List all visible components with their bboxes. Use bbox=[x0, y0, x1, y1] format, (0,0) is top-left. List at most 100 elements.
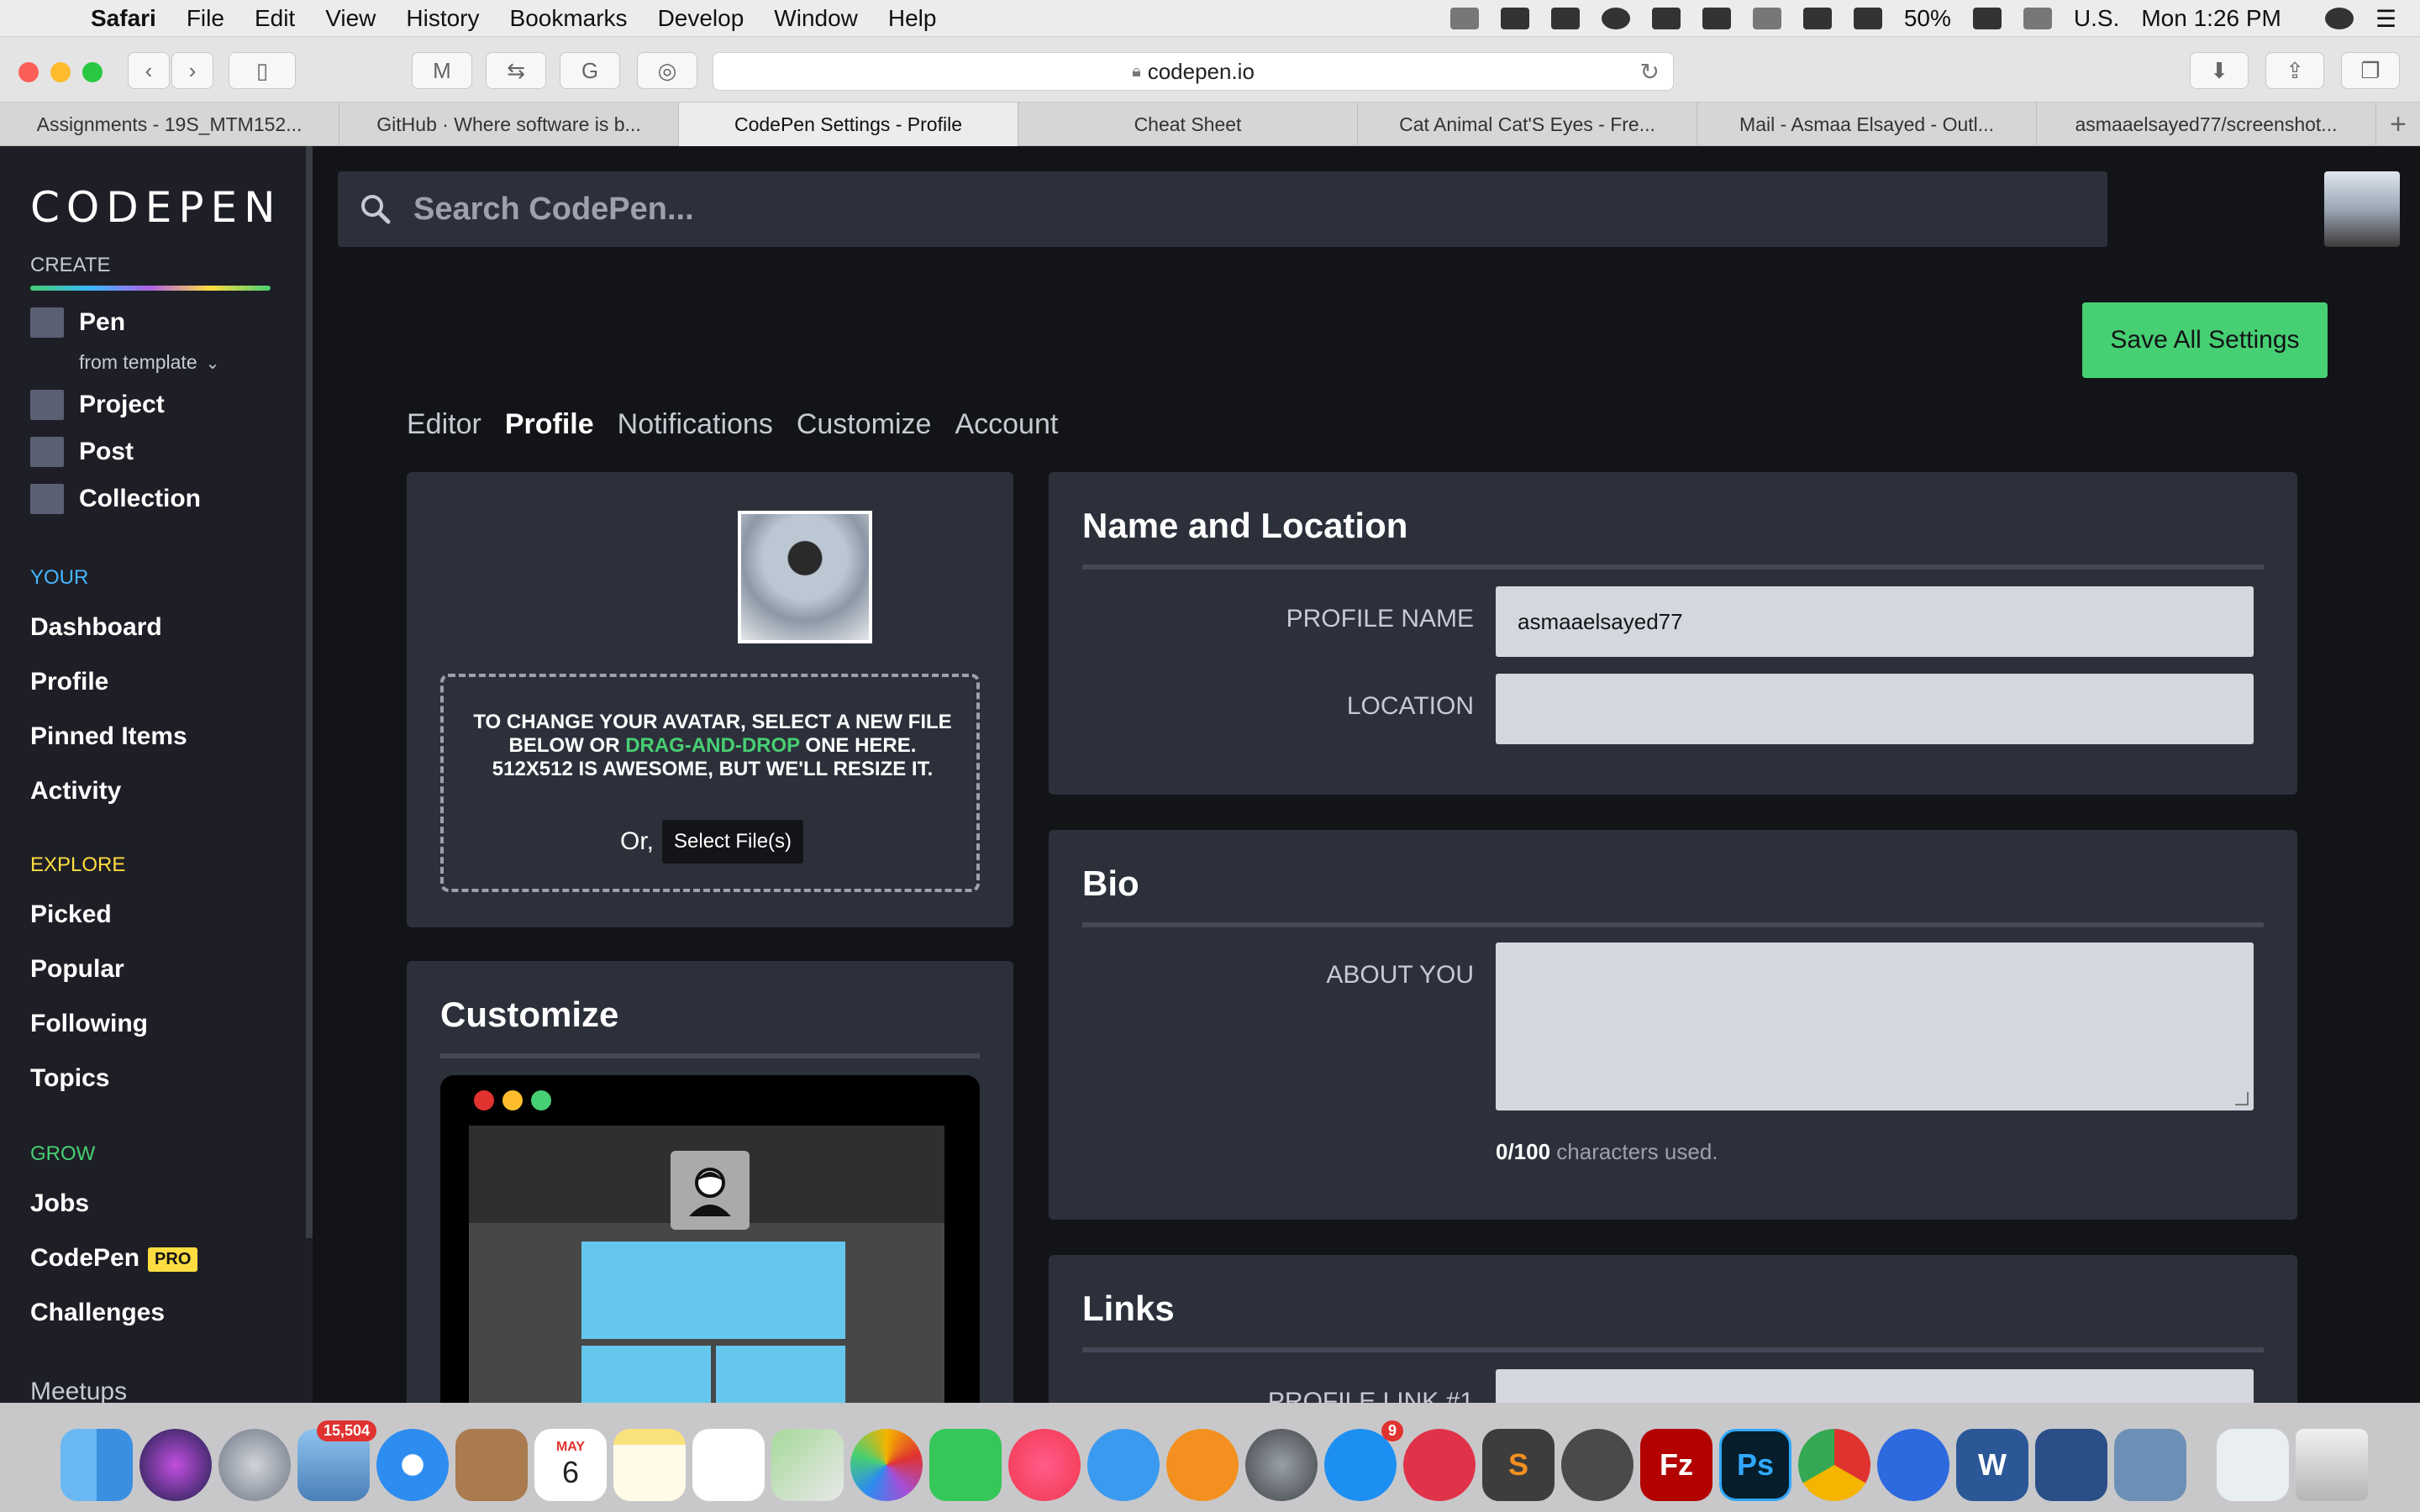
sidebar-item-picked[interactable]: Picked bbox=[30, 900, 112, 929]
codepen-logo[interactable]: CODEPEN bbox=[30, 183, 282, 232]
sidebar-item-following[interactable]: Following bbox=[30, 1010, 148, 1038]
trash-icon[interactable] bbox=[2296, 1429, 2368, 1501]
downloads-stack-icon[interactable] bbox=[2217, 1429, 2289, 1501]
siri-icon[interactable] bbox=[139, 1429, 212, 1501]
brackets-icon[interactable] bbox=[2035, 1429, 2107, 1501]
finder-icon[interactable] bbox=[60, 1429, 133, 1501]
address-bar[interactable]: 🔒︎ codepen.io ↻ bbox=[713, 52, 1674, 91]
sidebar-item-codepen-pro[interactable]: CodePen PRO bbox=[30, 1244, 198, 1273]
notification-center-icon[interactable]: ☰ bbox=[2375, 5, 2396, 33]
preview-icon[interactable] bbox=[2114, 1429, 2186, 1501]
clock[interactable]: Mon 1:26 PM bbox=[2141, 5, 2281, 32]
facetime-icon[interactable] bbox=[929, 1429, 1002, 1501]
sidebar-item-meetups[interactable]: Meetups bbox=[30, 1378, 127, 1403]
battery-icon[interactable] bbox=[1972, 8, 2002, 29]
safari-icon[interactable] bbox=[376, 1429, 449, 1501]
messages-icon[interactable] bbox=[1087, 1429, 1160, 1501]
select-files-button[interactable]: Select File(s) bbox=[662, 820, 804, 864]
tab-codepen-settings[interactable]: CodePen Settings - Profile bbox=[679, 102, 1018, 146]
flag-icon[interactable] bbox=[2023, 8, 2052, 29]
reminders-icon[interactable] bbox=[692, 1429, 765, 1501]
globe-app-icon[interactable] bbox=[1877, 1429, 1949, 1501]
sidebar-scrollbar[interactable] bbox=[306, 146, 313, 1238]
extension-m-button[interactable]: M bbox=[412, 52, 472, 89]
dropbox-icon[interactable] bbox=[1550, 8, 1580, 29]
contacts-icon[interactable] bbox=[455, 1429, 528, 1501]
menu-file[interactable]: File bbox=[171, 5, 239, 32]
photos-icon[interactable] bbox=[850, 1429, 923, 1501]
from-template-link[interactable]: from template ⌄ bbox=[79, 351, 219, 374]
sidebar-item-challenges[interactable]: Challenges bbox=[30, 1299, 165, 1327]
bluetooth-icon[interactable] bbox=[1752, 8, 1781, 29]
about-you-textarea[interactable] bbox=[1496, 942, 2254, 1110]
reload-icon[interactable]: ↻ bbox=[1640, 58, 1660, 86]
wifi-icon[interactable] bbox=[1802, 8, 1832, 29]
itunes-icon[interactable] bbox=[1008, 1429, 1081, 1501]
menu-window[interactable]: Window bbox=[759, 5, 873, 32]
tab-account[interactable]: Account bbox=[955, 408, 1058, 441]
tab-github[interactable]: GitHub · Where software is b... bbox=[339, 102, 679, 146]
chrome-icon[interactable] bbox=[1798, 1429, 1870, 1501]
menu-develop[interactable]: Develop bbox=[643, 5, 760, 32]
tab-customize[interactable]: Customize bbox=[797, 408, 932, 441]
save-all-settings-button[interactable]: Save All Settings bbox=[2082, 302, 2328, 378]
search-bar[interactable]: Search CodePen... bbox=[338, 171, 2107, 247]
forward-button[interactable]: › bbox=[171, 52, 213, 89]
tableplus-icon[interactable] bbox=[1561, 1429, 1634, 1501]
photoshop-icon[interactable]: Ps bbox=[1719, 1429, 1791, 1501]
tab-notifications[interactable]: Notifications bbox=[618, 408, 773, 441]
zoom-window-button[interactable] bbox=[82, 62, 103, 82]
sidebar-item-activity[interactable]: Activity bbox=[30, 777, 121, 806]
tab-editor[interactable]: Editor bbox=[407, 408, 481, 441]
extension-arrows-button[interactable]: ⇆ bbox=[486, 52, 546, 89]
filezilla-icon[interactable]: Fz bbox=[1640, 1429, 1712, 1501]
avatar-dropzone[interactable]: To change your avatar, select a new file… bbox=[440, 674, 980, 892]
pocket-icon[interactable] bbox=[1403, 1429, 1476, 1501]
tab-cat-eyes[interactable]: Cat Animal Cat'S Eyes - Fre... bbox=[1358, 102, 1697, 146]
menu-help[interactable]: Help bbox=[873, 5, 952, 32]
downloads-button[interactable]: ⬇ bbox=[2190, 52, 2249, 89]
tab-assignments[interactable]: Assignments - 19S_MTM152... bbox=[0, 102, 339, 146]
extension-search-button[interactable]: ◎ bbox=[637, 52, 697, 89]
profile-name-input[interactable]: asmaaelsayed77 bbox=[1496, 586, 2254, 657]
resize-grip-icon[interactable] bbox=[2235, 1092, 2249, 1105]
menu-app-safari[interactable]: Safari bbox=[76, 5, 171, 32]
word-icon[interactable] bbox=[1449, 8, 1479, 29]
drive-icon[interactable] bbox=[1702, 8, 1731, 29]
sidebar-toggle-button[interactable]: ▯ bbox=[229, 52, 296, 89]
ibooks-icon[interactable] bbox=[1166, 1429, 1239, 1501]
user-avatar[interactable] bbox=[2324, 171, 2400, 247]
menu-history[interactable]: History bbox=[391, 5, 494, 32]
tab-overview-button[interactable]: ❐ bbox=[2341, 52, 2400, 89]
menu-edit[interactable]: Edit bbox=[239, 5, 310, 32]
word-app-icon[interactable]: W bbox=[1956, 1429, 2028, 1501]
sidebar-item-profile[interactable]: Profile bbox=[30, 668, 108, 696]
system-preferences-icon[interactable] bbox=[1245, 1429, 1318, 1501]
sidebar-item-popular[interactable]: Popular bbox=[30, 955, 124, 984]
location-input[interactable] bbox=[1496, 674, 2254, 744]
notes-icon[interactable] bbox=[613, 1429, 686, 1501]
sublime-text-icon[interactable]: S bbox=[1482, 1429, 1555, 1501]
close-window-button[interactable] bbox=[18, 62, 39, 82]
maps-icon[interactable] bbox=[771, 1429, 844, 1501]
app-store-icon[interactable]: 9 bbox=[1324, 1420, 1403, 1501]
launchpad-icon[interactable] bbox=[218, 1429, 291, 1501]
sidebar-item-jobs[interactable]: Jobs bbox=[30, 1189, 89, 1218]
calendar-icon[interactable]: MAY 6 bbox=[534, 1429, 607, 1501]
sidebar-item-topics[interactable]: Topics bbox=[30, 1064, 109, 1093]
tab-screenshots[interactable]: asmaaelsayed77/screenshot... bbox=[2037, 102, 2376, 146]
create-project-link[interactable]: Project bbox=[30, 390, 165, 420]
sidebar-item-dashboard[interactable]: Dashboard bbox=[30, 613, 162, 642]
volume-icon[interactable] bbox=[1853, 8, 1882, 29]
minimize-window-button[interactable] bbox=[50, 62, 71, 82]
profile-link-1-input[interactable] bbox=[1496, 1369, 2254, 1403]
extension-grammarly-button[interactable]: G bbox=[560, 52, 620, 89]
cloud-upload-icon[interactable] bbox=[1651, 8, 1681, 29]
mail-app-icon[interactable]: 15,504 bbox=[297, 1420, 376, 1501]
new-tab-button[interactable]: + bbox=[2376, 102, 2420, 146]
tab-profile[interactable]: Profile bbox=[505, 408, 594, 441]
tab-mail[interactable]: Mail - Asmaa Elsayed - Outl... bbox=[1697, 102, 2037, 146]
siri-icon[interactable] bbox=[2324, 8, 2354, 29]
input-source[interactable]: U.S. bbox=[2074, 5, 2119, 32]
menu-view[interactable]: View bbox=[310, 5, 391, 32]
